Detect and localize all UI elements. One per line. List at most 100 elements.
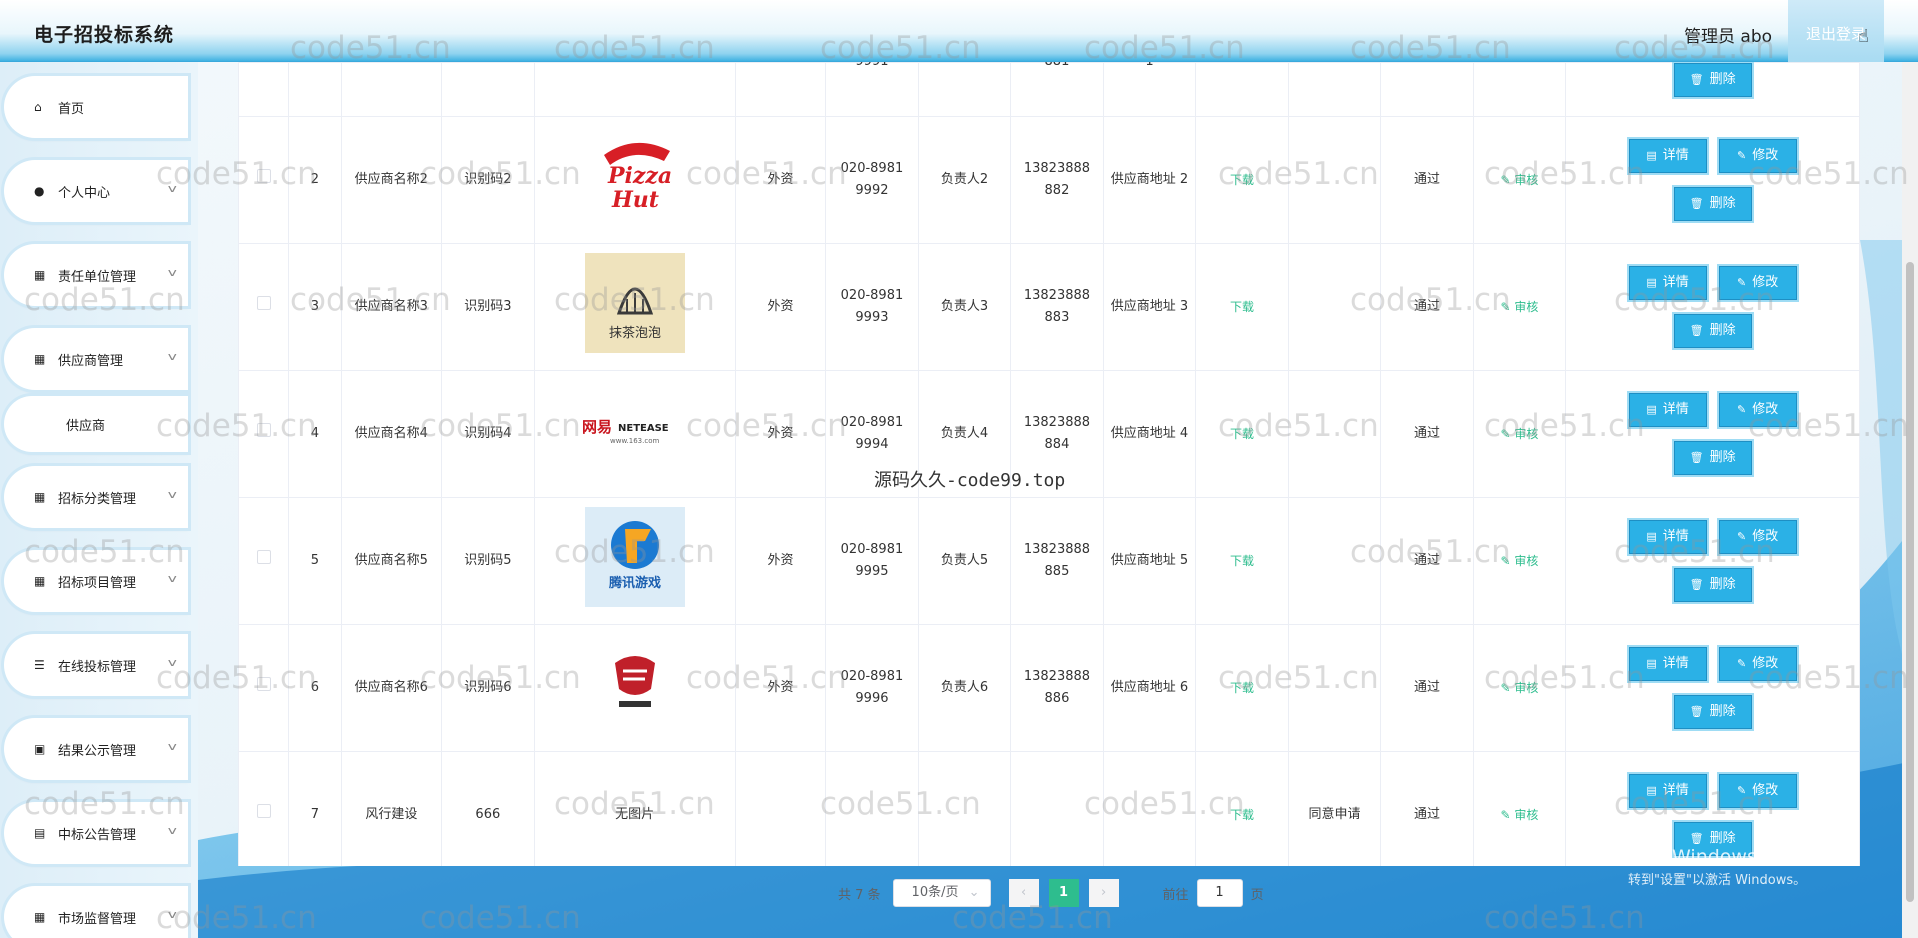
supplier-address: 供应商地址 3 [1102,243,1197,371]
logout-button[interactable]: 退出登录 [1788,0,1884,62]
row-checkbox[interactable] [256,550,271,564]
detail-button[interactable]: ▤ 详情 [1628,774,1707,808]
prev-page-button[interactable]: ‹ [1008,879,1039,907]
pencil-icon: ✎ [1736,276,1747,289]
row-index: 2 [288,116,342,244]
audit-link[interactable]: ✎ 审核 [1501,173,1539,187]
sidebar-item-label: 招标项目管理 [58,575,137,591]
delete-button[interactable]: 🗑 删除 [1673,568,1752,602]
pencil-icon: ✎ [1736,149,1747,162]
trash-icon: 🗑 [1689,705,1704,718]
supplier-name: 供应商名称5 [340,497,443,625]
table-row: 3 供应商名称3 识别码3 抹茶泡泡 外资 020-8981 9993 负责人3… [238,243,1860,371]
delete-button[interactable]: 🗑 删除 [1673,63,1752,97]
detail-button[interactable]: ▤ 详情 [1628,393,1707,427]
goto-page-input[interactable]: 1 [1196,879,1243,907]
supplier-name: 供应商名称4 [340,370,443,498]
sidebar-item-market-supervision[interactable]: ▦ 市场监督管理 v [4,886,188,938]
table-row: 7 风行建设 666 无图片 下载 同意申请 通过 ✎ 审核 ▤ 详情 ✎ 修改 🗑 删… [238,751,1860,866]
edit-button[interactable]: ✎ 修改 [1718,393,1797,427]
pagination: 共 7 条 10条/页 ⌄ ‹ 1 › 前往 1 页 [838,878,1264,908]
detail-button[interactable]: ▤ 详情 [1628,520,1707,554]
sidebar-item-award-notice[interactable]: ▤ 中标公告管理 v [4,802,188,864]
next-page-button[interactable]: › [1088,879,1119,907]
audit-status: 通过 [1380,624,1474,752]
list-icon: ☰ [34,658,45,672]
hand-cursor-icon: ☝ [1858,26,1869,47]
delete-button[interactable]: 🗑 删除 [1673,441,1752,475]
svg-text:网易: 网易 [582,418,612,436]
audit-status: 通过 [1380,751,1474,866]
edit-button[interactable]: ✎ 修改 [1718,266,1797,300]
detail-button[interactable]: ▤ 详情 [1628,647,1707,681]
no-image-label: 无图片 [533,751,736,866]
page-number[interactable]: 1 [1048,879,1079,907]
edit-button[interactable]: ✎ 修改 [1718,520,1797,554]
delete-button[interactable]: 🗑 删除 [1673,314,1752,348]
supplier-address [1102,751,1197,866]
supplier-contact [917,751,1012,866]
edit-button[interactable]: ✎ 修改 [1718,139,1797,173]
center-watermark: 源码久久-code99.top [874,470,1066,491]
sidebar: ⌂ 首页 ● 个人中心 v ▦ 责任单位管理 v ▦ 供应商管理 v 供应商 ▦… [0,62,198,938]
supplier-contact: 负责人6 [917,624,1012,752]
grid-icon: ▦ [34,910,46,924]
delete-button[interactable]: 🗑 删除 [1673,187,1752,221]
supplier-code: 识别码2 [441,116,535,244]
row-index: 7 [288,751,342,866]
download-link[interactable]: 下载 [1230,681,1254,695]
row-checkbox[interactable] [256,804,271,818]
supplier-phone: 020-8981 9993 [825,243,919,371]
trash-icon: 🗑 [1689,324,1704,337]
apply-status [1287,624,1382,752]
sidebar-item-label: 责任单位管理 [58,269,137,285]
sports-logo [614,656,655,707]
supplier-name: 供应商名称3 [340,243,443,371]
sidebar-subitem-supplier[interactable]: 供应商 [4,396,188,452]
row-checkbox[interactable] [256,423,271,437]
download-link[interactable]: 下载 [1230,300,1254,314]
row-checkbox[interactable] [256,677,271,691]
audit-link[interactable]: ✎ 审核 [1501,427,1539,441]
page-scrollbar[interactable] [1902,62,1918,938]
sidebar-item-bid-category[interactable]: ▦ 招标分类管理 v [4,466,188,528]
detail-button[interactable]: ▤ 详情 [1628,266,1707,300]
supplier-mobile: 13823888 883 [1010,243,1104,371]
audit-link[interactable]: ✎ 审核 [1501,300,1539,314]
scrollbar-thumb[interactable] [1906,262,1914,902]
supplier-code: 666 [441,751,535,866]
sidebar-item-online-bidding[interactable]: ☰ 在线投标管理 v [4,634,188,696]
download-link[interactable]: 下载 [1230,173,1254,187]
sidebar-item-supplier-management[interactable]: ▦ 供应商管理 v [4,328,188,390]
page-size-select[interactable]: 10条/页 ⌄ [892,879,991,907]
sidebar-item-label: 供应商管理 [58,353,124,369]
sidebar-item-home[interactable]: ⌂ 首页 [4,76,188,138]
edit-icon: ✎ [1500,680,1515,695]
row-checkbox[interactable] [256,169,271,183]
sidebar-item-label: 个人中心 [58,185,111,201]
sidebar-item-personal-center[interactable]: ● 个人中心 v [4,160,188,222]
delete-button[interactable]: 🗑 删除 [1673,695,1752,729]
sidebar-item-bid-project[interactable]: ▦ 招标项目管理 v [4,550,188,612]
sidebar-item-unit-management[interactable]: ▦ 责任单位管理 v [4,244,188,306]
apply-status [1287,116,1382,244]
document-icon: ▤ [1646,149,1657,162]
audit-link[interactable]: ✎ 审核 [1501,554,1539,568]
download-link[interactable]: 下载 [1230,554,1254,568]
supplier-name: 供应商名称6 [340,624,443,752]
audit-link[interactable]: ✎ 审核 [1501,681,1539,695]
edit-button[interactable]: ✎ 修改 [1718,647,1797,681]
audit-status: 通过 [1380,370,1474,498]
sidebar-item-result-publicity[interactable]: ▣ 结果公示管理 v [4,718,188,780]
download-link[interactable]: 下载 [1230,808,1254,822]
download-link[interactable]: 下载 [1230,427,1254,441]
edit-button[interactable]: ✎ 修改 [1718,774,1797,808]
supplier-mobile [1010,751,1104,866]
chevron-down-icon: ⌄ [968,885,980,900]
row-checkbox[interactable] [256,296,271,310]
sidebar-item-label: 中标公告管理 [58,827,137,843]
audit-link[interactable]: ✎ 审核 [1501,808,1539,822]
pencil-icon: ✎ [1736,530,1747,543]
supplier-type: 外资 [734,370,827,498]
detail-button[interactable]: ▤ 详情 [1628,139,1707,173]
